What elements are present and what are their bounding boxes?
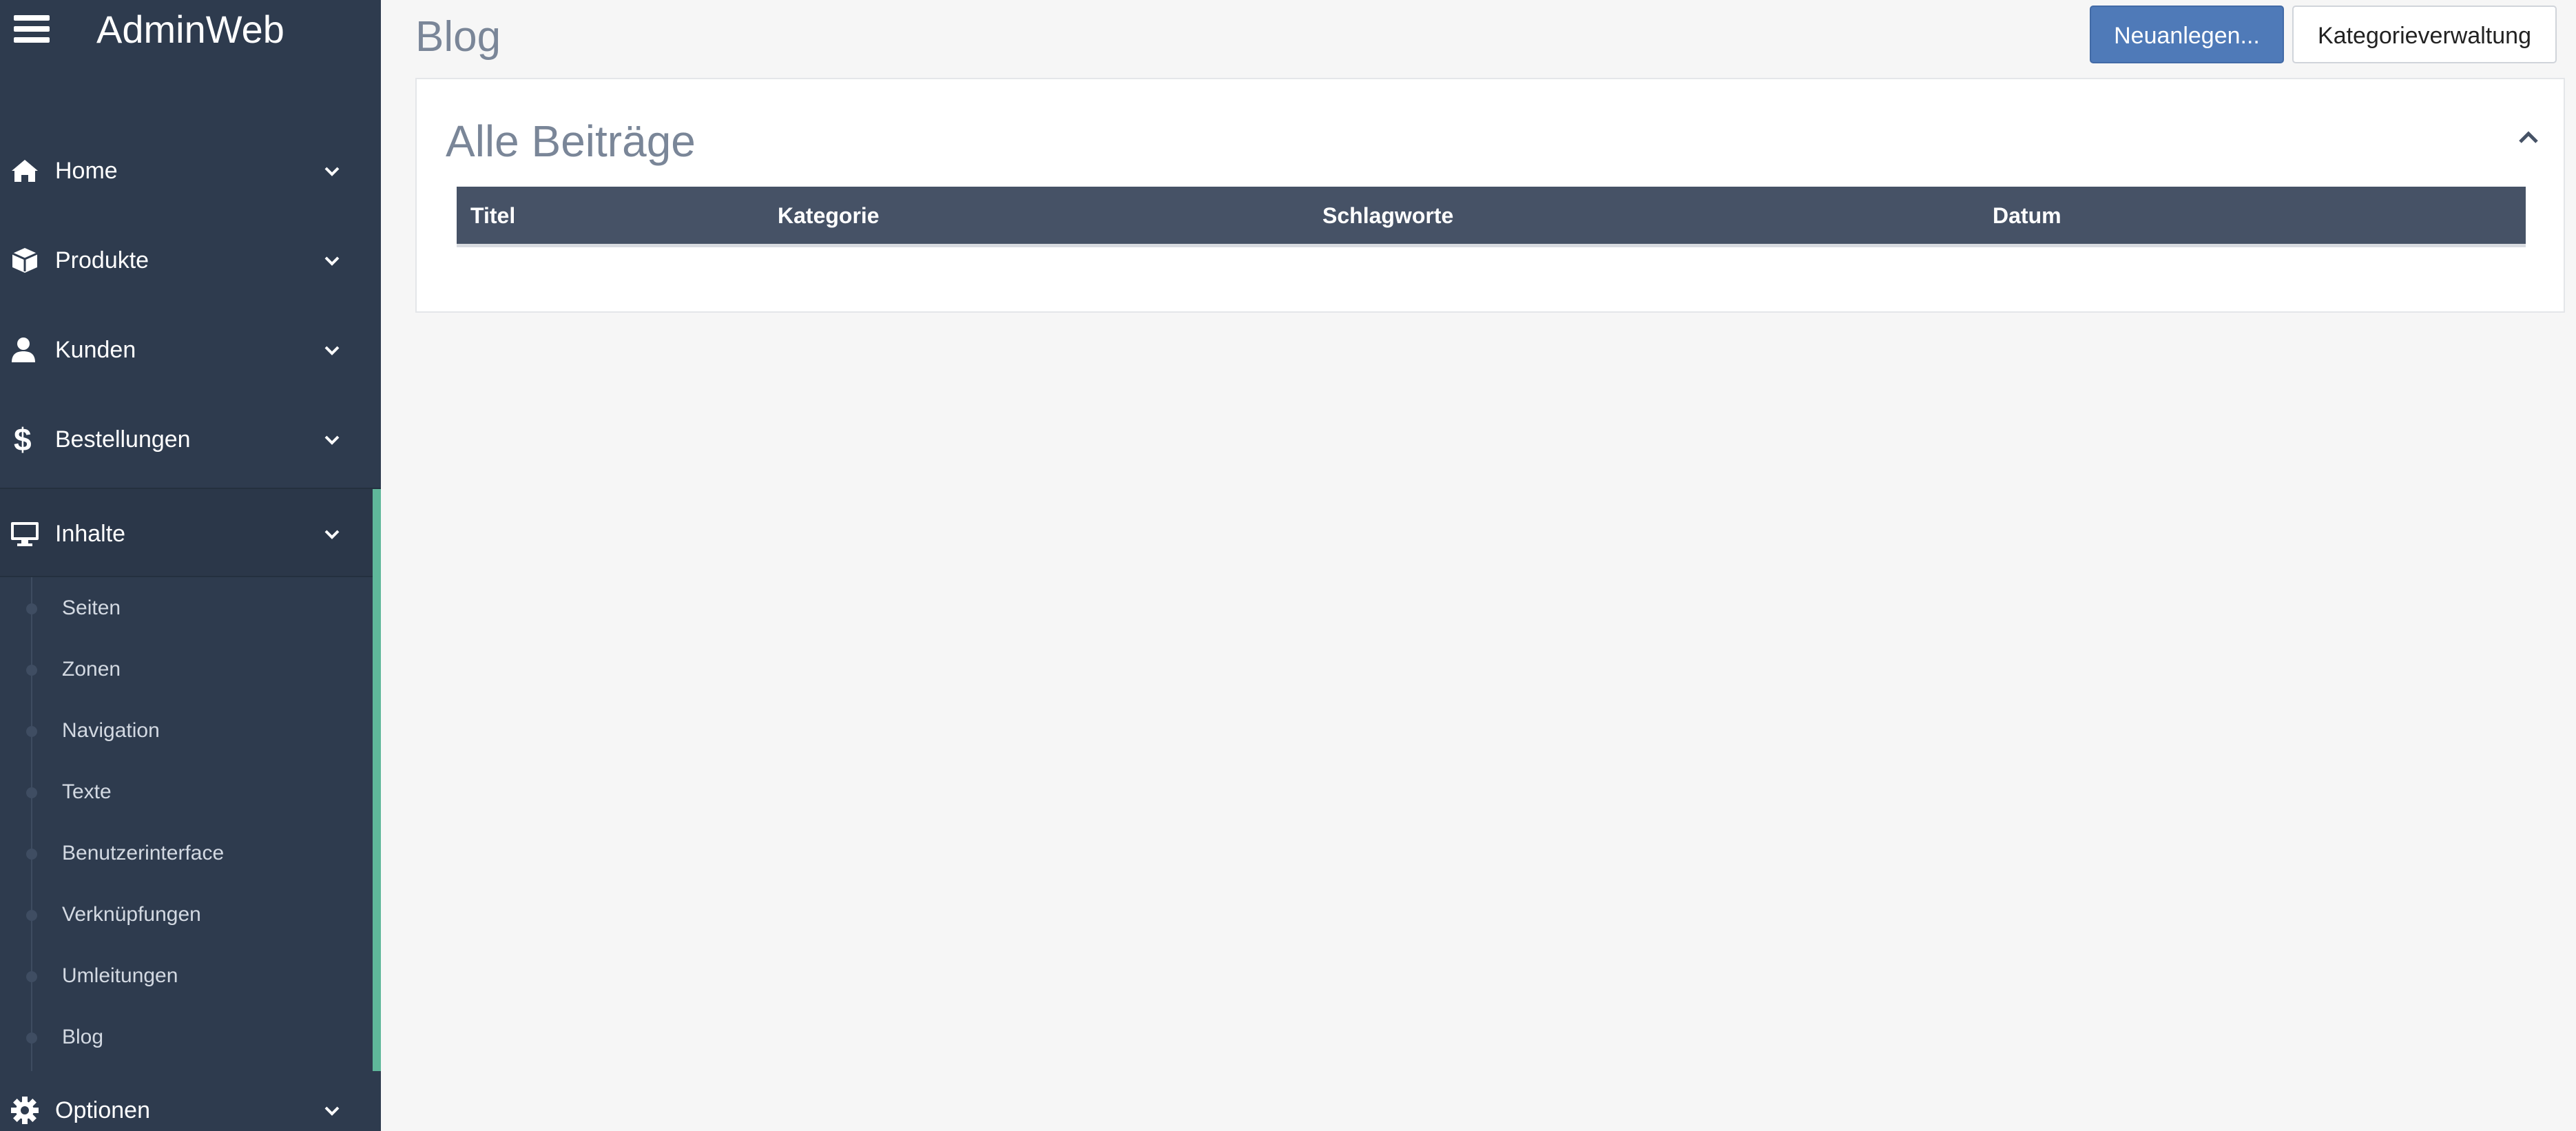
- bullet-icon: [26, 603, 37, 614]
- chevron-down-icon: [324, 256, 340, 266]
- column-header-datum[interactable]: Datum: [1993, 200, 2061, 231]
- submenu-item-navigation[interactable]: Navigation: [0, 700, 373, 761]
- submenu-item-umleitungen[interactable]: Umleitungen: [0, 945, 373, 1006]
- sidebar-item-label: Produkte: [55, 247, 149, 273]
- submenu-item-zonen[interactable]: Zonen: [0, 639, 373, 700]
- submenu-item-label: Texte: [62, 780, 112, 803]
- sidebar-item-label: Home: [55, 158, 118, 184]
- submenu-item-texte[interactable]: Texte: [0, 761, 373, 822]
- submenu-item-label: Verknüpfungen: [62, 903, 201, 926]
- sidebar-item-label: Bestellungen: [55, 426, 191, 453]
- submenu-item-benutzerinterface[interactable]: Benutzerinterface: [0, 822, 373, 884]
- chevron-down-icon: [324, 346, 340, 355]
- box-icon: [12, 248, 38, 273]
- table-header: Titel Kategorie Schlagworte Datum: [457, 187, 2526, 247]
- chevron-down-icon: [324, 435, 340, 445]
- bullet-icon: [26, 1033, 37, 1044]
- sidebar-item-optionen[interactable]: Optionen: [0, 1066, 381, 1131]
- bullet-icon: [26, 726, 37, 737]
- active-section-indicator: [373, 489, 381, 1071]
- page-title: Blog: [415, 13, 501, 61]
- posts-panel: Alle Beiträge Titel Kategorie Schlagwort…: [415, 78, 2565, 313]
- submenu-item-seiten[interactable]: Seiten: [0, 577, 373, 639]
- new-entry-button[interactable]: Neuanlegen...: [2090, 6, 2284, 63]
- sidebar-item-label: Kunden: [55, 337, 136, 363]
- home-icon: [12, 160, 38, 182]
- column-header-kategorie[interactable]: Kategorie: [778, 200, 880, 231]
- chevron-down-icon: [324, 1106, 340, 1116]
- chevron-up-icon[interactable]: [2515, 124, 2542, 152]
- column-header-titel[interactable]: Titel: [470, 200, 515, 231]
- monitor-icon: [11, 522, 39, 546]
- chevron-down-icon: [324, 167, 340, 176]
- sidebar-item-kunden[interactable]: Kunden: [0, 305, 381, 395]
- sidebar: AdminWeb Home Produkte Kunden $ Bestellu…: [0, 0, 381, 1131]
- hamburger-menu-icon[interactable]: [14, 14, 50, 44]
- user-icon: [12, 338, 35, 362]
- submenu-item-verknuepfungen[interactable]: Verknüpfungen: [0, 884, 373, 945]
- submenu-item-label: Benutzerinterface: [62, 842, 225, 864]
- category-management-button[interactable]: Kategorieverwaltung: [2292, 6, 2557, 63]
- submenu-inhalte: Seiten Zonen Navigation Texte Benutzerin…: [0, 577, 373, 1071]
- dollar-icon: $: [14, 424, 32, 455]
- app-brand: AdminWeb: [96, 8, 284, 51]
- bullet-icon: [26, 910, 37, 921]
- sidebar-item-inhalte[interactable]: Inhalte: [0, 488, 381, 577]
- svg-text:$: $: [14, 424, 32, 455]
- gear-icon: [11, 1097, 39, 1124]
- sidebar-item-home[interactable]: Home: [0, 126, 381, 216]
- submenu-item-label: Umleitungen: [62, 964, 178, 987]
- sidebar-item-bestellungen[interactable]: $ Bestellungen: [0, 395, 381, 484]
- bullet-icon: [26, 849, 37, 860]
- submenu-item-blog[interactable]: Blog: [0, 1006, 373, 1068]
- bullet-icon: [26, 665, 37, 676]
- submenu-item-label: Navigation: [62, 719, 160, 742]
- chevron-down-icon: [324, 530, 340, 539]
- submenu-item-label: Seiten: [62, 596, 121, 619]
- submenu-item-label: Blog: [62, 1026, 104, 1048]
- sidebar-item-label: Inhalte: [55, 521, 126, 547]
- column-header-schlagworte[interactable]: Schlagworte: [1322, 200, 1453, 231]
- submenu-item-label: Zonen: [62, 658, 121, 681]
- bullet-icon: [26, 787, 37, 798]
- sidebar-item-produkte[interactable]: Produkte: [0, 216, 381, 305]
- bullet-icon: [26, 971, 37, 982]
- brand-bar: AdminWeb: [0, 0, 381, 62]
- sidebar-item-label: Optionen: [55, 1097, 150, 1123]
- panel-title: Alle Beiträge: [446, 116, 696, 166]
